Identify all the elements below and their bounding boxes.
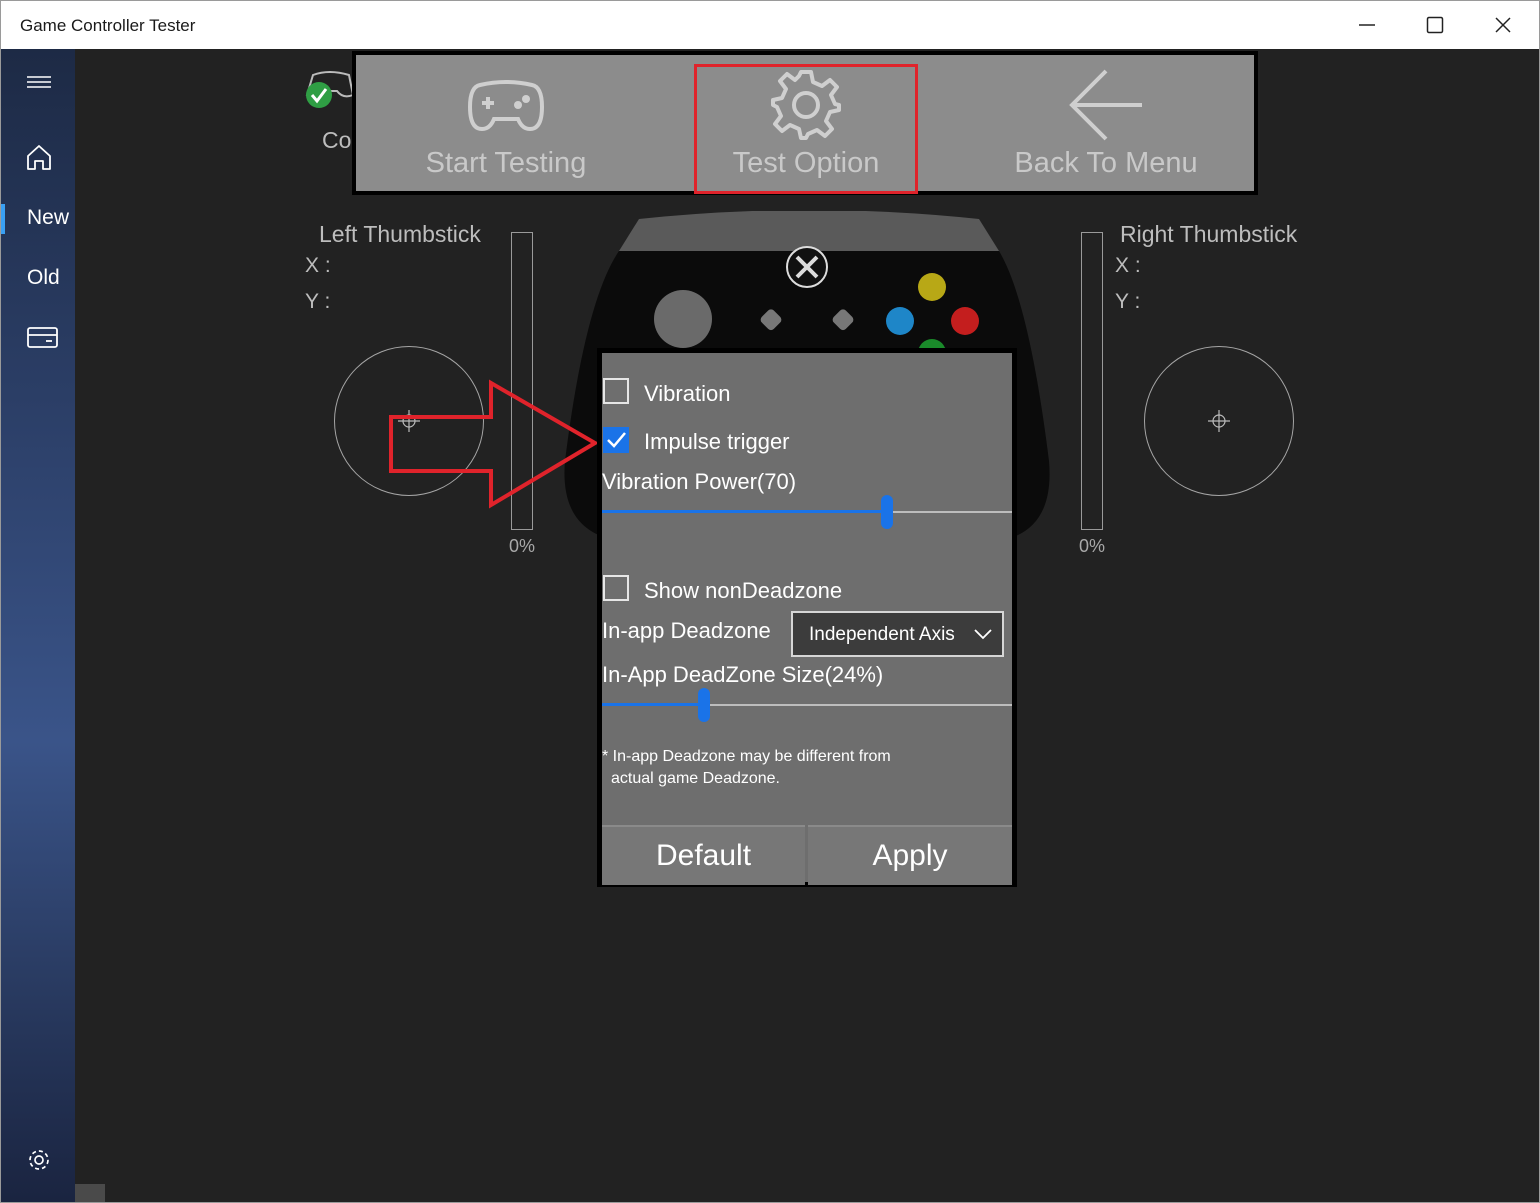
show-nondeadzone-checkbox[interactable] [603, 575, 629, 601]
title-bar: Game Controller Tester [1, 1, 1539, 49]
deadzone-size-thumb[interactable] [698, 688, 710, 722]
right-x-label: X : [1115, 254, 1141, 277]
options-panel: Vibration Impulse trigger Vibration Powe… [597, 348, 1017, 887]
sidebar-item-settings[interactable] [1, 1145, 75, 1175]
card-icon [27, 327, 58, 348]
horizontal-scrollbar[interactable] [75, 1184, 105, 1202]
apply-label: Apply [872, 839, 948, 872]
annotation-arrow-icon [389, 379, 599, 509]
note-line: * In-app Deadzone may be different from [602, 748, 891, 765]
note-line: actual game Deadzone. [611, 770, 780, 787]
right-trigger-bar [1081, 232, 1103, 530]
close-button[interactable] [1469, 1, 1537, 49]
selection-indicator [1, 204, 5, 234]
maximize-icon [1426, 16, 1444, 34]
home-icon [27, 145, 51, 170]
right-y-label: Y : [1115, 290, 1141, 313]
deadzone-select[interactable]: Independent Axis [791, 611, 1004, 657]
highlight-box [694, 64, 918, 194]
start-testing-button[interactable]: Start Testing [356, 55, 656, 191]
minimize-icon [1359, 24, 1375, 26]
checkmark-icon [607, 432, 626, 448]
menu-toggle[interactable] [1, 71, 75, 95]
vibration-power-fill [602, 510, 886, 513]
hamburger-icon [27, 76, 51, 88]
left-thumbstick-title: Left Thumbstick [319, 221, 481, 247]
show-nondeadzone-label: Show nonDeadzone [644, 578, 843, 603]
vibration-power-thumb[interactable] [881, 495, 893, 529]
impulse-trigger-label: Impulse trigger [644, 429, 790, 454]
back-to-menu-label: Back To Menu [1014, 147, 1198, 179]
deadzone-size-label: In-App DeadZone Size(24%) [602, 662, 884, 687]
sidebar-item-label: New [27, 206, 70, 229]
left-x-label: X : [305, 254, 331, 277]
crosshair-icon [1208, 410, 1230, 432]
gear-icon [29, 1150, 49, 1170]
default-label: Default [655, 839, 752, 872]
app-window: Game Controller Tester New Old Co Left T… [0, 0, 1540, 1203]
connection-label: Co [322, 127, 352, 153]
sidebar-item-old[interactable]: Old [1, 262, 75, 296]
back-to-menu-button[interactable]: Back To Menu [956, 55, 1256, 191]
sidebar-item-card[interactable] [1, 323, 75, 353]
minimize-button[interactable] [1333, 1, 1401, 49]
vibration-power-label: Vibration Power(70) [602, 469, 797, 494]
vibration-checkbox[interactable] [603, 378, 629, 404]
left-trigger-percent: 0% [509, 536, 536, 556]
sidebar-item-label: Old [27, 266, 60, 289]
right-trigger-percent: 0% [1079, 536, 1106, 556]
maximize-button[interactable] [1401, 1, 1469, 49]
deadzone-note: * In-app Deadzone may be different from … [602, 746, 932, 790]
nav-sidebar: New Old [1, 49, 75, 1202]
arrow-left-icon [1069, 69, 1142, 141]
close-icon [1495, 17, 1511, 33]
default-button[interactable]: Default [602, 825, 805, 885]
deadzone-size-fill [602, 703, 704, 706]
right-thumbstick-title: Right Thumbstick [1120, 221, 1298, 247]
sidebar-item-new[interactable]: New [1, 202, 75, 236]
sidebar-item-home[interactable] [1, 141, 75, 175]
left-y-label: Y : [305, 290, 331, 313]
apply-button[interactable]: Apply [808, 825, 1012, 885]
deadzone-select-value: Independent Axis [809, 624, 955, 645]
vibration-label: Vibration [644, 381, 731, 406]
impulse-trigger-checkbox[interactable] [603, 427, 629, 453]
deadzone-label: In-app Deadzone [602, 618, 771, 643]
window-title: Game Controller Tester [20, 16, 196, 35]
start-testing-label: Start Testing [425, 147, 587, 179]
chevron-down-icon [974, 629, 992, 640]
controller-status-icon [305, 71, 355, 108]
gamepad-icon [467, 80, 545, 132]
